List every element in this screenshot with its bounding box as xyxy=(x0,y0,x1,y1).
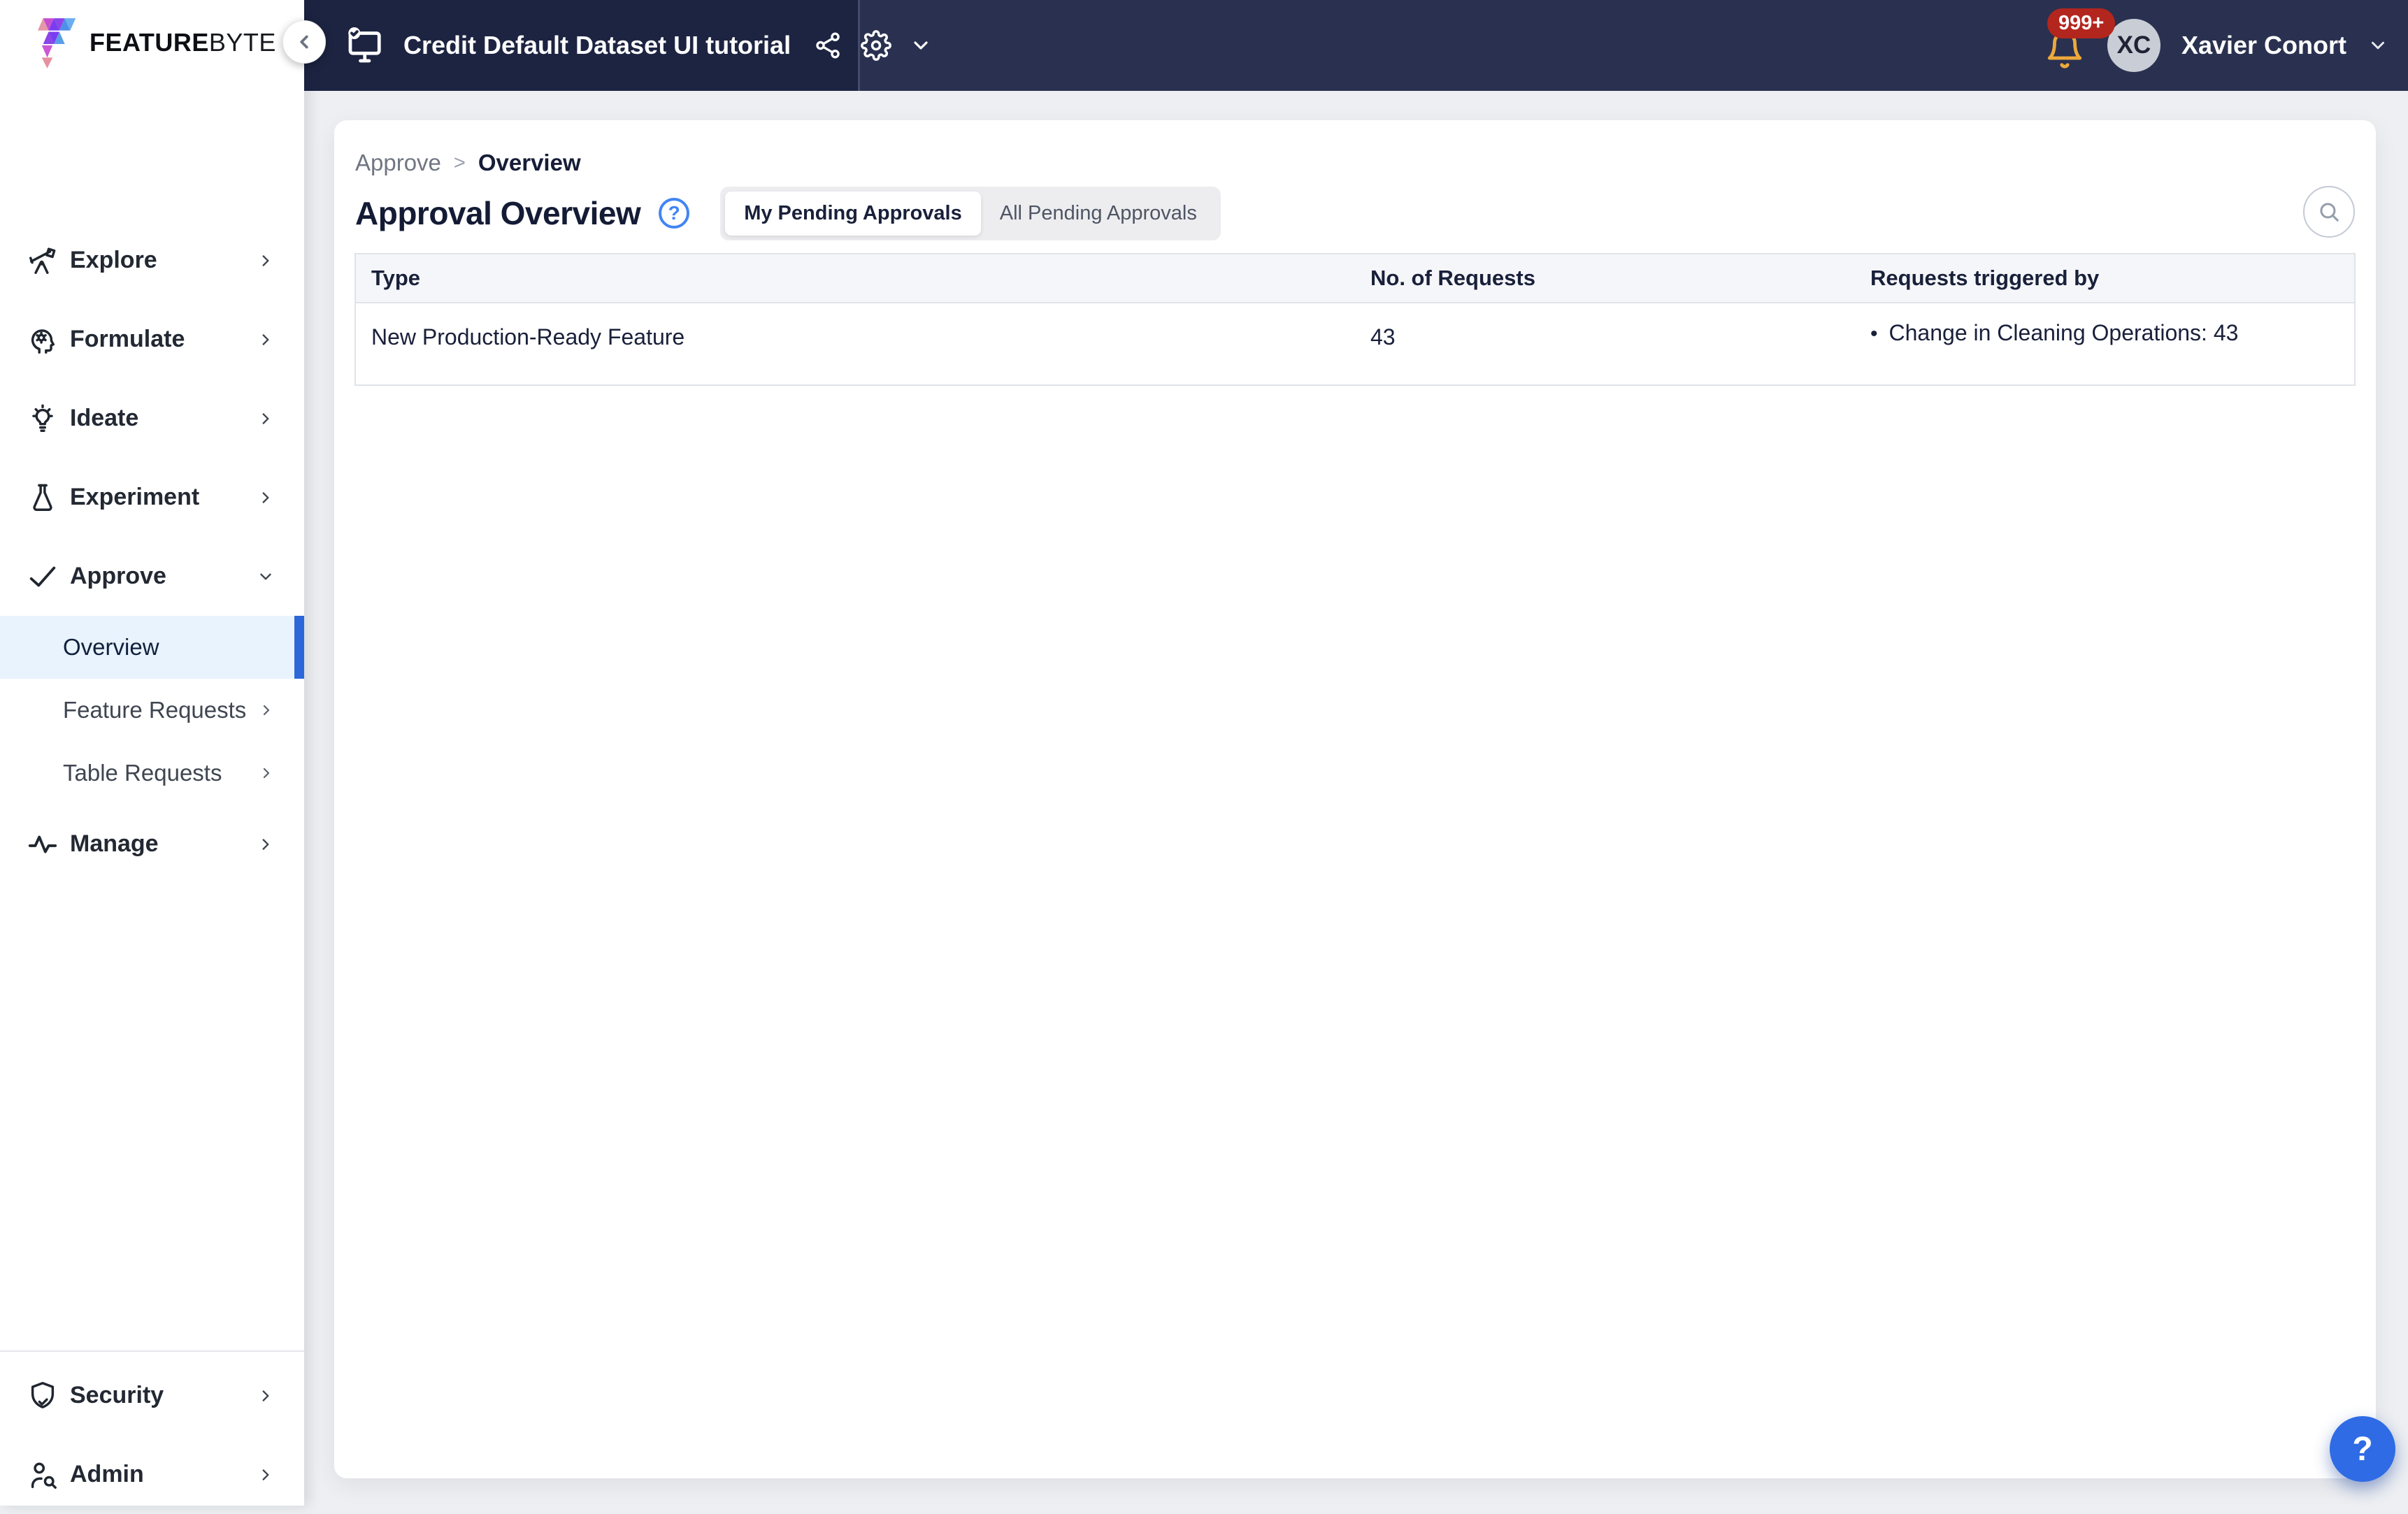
shield-check-icon xyxy=(31,1381,55,1408)
brand-name: FEATUREBYTE xyxy=(89,28,276,57)
workspace-title: Credit Default Dataset UI tutorial xyxy=(403,31,791,59)
sidebar-item-label: Explore xyxy=(70,247,157,273)
table-row[interactable]: New Production-Ready Feature 43 Change i… xyxy=(355,303,2355,386)
title-help-icon[interactable]: ? xyxy=(659,198,690,229)
table-header-row: Type No. of Requests Requests triggered … xyxy=(355,254,2355,303)
activity-icon xyxy=(28,835,57,853)
chevron-right-icon xyxy=(262,1390,269,1401)
search-button[interactable] xyxy=(2303,186,2355,238)
avatar[interactable]: XC xyxy=(2107,19,2160,72)
column-header-requests-triggered-by: Requests triggered by xyxy=(1855,254,2355,303)
breadcrumb-separator: > xyxy=(453,151,466,174)
gear-icon[interactable] xyxy=(861,30,892,61)
chevron-right-icon xyxy=(262,254,269,266)
sidebar-item-label: Security xyxy=(70,1382,164,1408)
chevron-right-icon xyxy=(262,838,269,850)
brand-light: BYTE xyxy=(208,28,276,57)
monitor-check-icon xyxy=(348,27,381,63)
column-header-no-of-requests: No. of Requests xyxy=(1355,254,1855,303)
approvals-table: Type No. of Requests Requests triggered … xyxy=(354,253,2356,386)
workspace-tab[interactable]: Credit Default Dataset UI tutorial xyxy=(304,0,928,91)
chevron-left-icon xyxy=(300,35,308,49)
flask-icon xyxy=(33,484,52,511)
sidebar-item-label: Formulate xyxy=(70,326,185,352)
trigger-text: Change in Cleaning Operations: 43 xyxy=(1889,320,2239,345)
sidebar-item-experiment[interactable]: Experiment xyxy=(0,458,304,537)
chevron-down-icon xyxy=(260,573,271,579)
chevron-right-icon xyxy=(263,705,270,716)
sidebar-collapse-button[interactable] xyxy=(282,20,326,64)
check-icon xyxy=(29,566,56,586)
tab-all-pending-approvals[interactable]: All Pending Approvals xyxy=(981,192,1216,236)
sidebar-item-label: Ideate xyxy=(70,405,139,431)
chevron-right-icon xyxy=(262,412,269,424)
sidebar-item-ideate[interactable]: Ideate xyxy=(0,379,304,458)
avatar-initials: XC xyxy=(2116,31,2151,59)
sidebar-item-admin[interactable]: Admin xyxy=(0,1435,304,1514)
cell-type: New Production-Ready Feature xyxy=(355,303,1355,386)
featurebyte-logo[interactable]: FEATUREBYTE xyxy=(36,17,276,69)
sidebar-item-approve[interactable]: Approve xyxy=(0,537,304,616)
content-card: Approve > Overview Approval Overview ? M… xyxy=(334,120,2376,1478)
sidebar-subitem-table-requests[interactable]: Table Requests xyxy=(0,742,304,805)
sidebar-item-security[interactable]: Security xyxy=(0,1356,304,1435)
sidebar-footer: Security Admin xyxy=(0,1350,304,1514)
head-gear-icon xyxy=(31,329,55,354)
topbar-right: 999+ XC Xavier Conort xyxy=(2044,8,2408,74)
sidebar-item-label: Approve xyxy=(70,563,166,589)
chevron-down-icon[interactable] xyxy=(910,34,932,57)
chevron-right-icon xyxy=(262,1469,269,1480)
help-fab[interactable]: ? xyxy=(2330,1416,2395,1482)
sidebar-subitem-overview[interactable]: Overview xyxy=(0,616,304,679)
notifications-button[interactable]: 999+ xyxy=(2044,8,2116,74)
share-icon[interactable] xyxy=(813,31,843,60)
featurebyte-logo-icon xyxy=(37,18,76,69)
user-name[interactable]: Xavier Conort xyxy=(2181,31,2346,60)
user-search-icon xyxy=(31,1462,57,1489)
breadcrumb-approve[interactable]: Approve xyxy=(355,150,441,176)
cell-count: 43 xyxy=(1355,303,1855,386)
sidebar-subitem-label: Table Requests xyxy=(63,760,222,786)
tab-my-pending-approvals[interactable]: My Pending Approvals xyxy=(725,191,981,236)
trigger-item: Change in Cleaning Operations: 43 xyxy=(1870,320,2354,346)
cell-triggers: Change in Cleaning Operations: 43 xyxy=(1855,303,2355,386)
column-header-type: Type xyxy=(355,254,1355,303)
chevron-right-icon xyxy=(262,333,269,345)
main-area: Approve > Overview Approval Overview ? M… xyxy=(304,91,2408,1506)
topbar: Credit Default Dataset UI tutorial 999+ … xyxy=(304,0,2408,91)
sidebar: FEATUREBYTE Explore Formulate Ideate Exp… xyxy=(0,0,304,1506)
sidebar-subitem-label: Overview xyxy=(63,634,159,660)
lightbulb-icon xyxy=(32,403,53,432)
breadcrumb: Approve > Overview xyxy=(355,150,581,176)
telescope-icon xyxy=(29,247,56,274)
sidebar-item-formulate[interactable]: Formulate xyxy=(0,300,304,379)
bullet-icon xyxy=(1870,322,1878,346)
sidebar-subitem-label: Feature Requests xyxy=(63,697,247,723)
sidebar-item-label: Admin xyxy=(70,1461,144,1487)
sidebar-nav: Explore Formulate Ideate Experiment Appr… xyxy=(0,221,304,884)
breadcrumb-overview: Overview xyxy=(478,150,581,175)
approvals-tab-group: My Pending Approvals All Pending Approva… xyxy=(720,186,1221,240)
notifications-badge: 999+ xyxy=(2047,8,2116,38)
sidebar-item-label: Experiment xyxy=(70,484,200,510)
chevron-right-icon xyxy=(262,491,269,503)
sidebar-item-explore[interactable]: Explore xyxy=(0,221,304,300)
title-row: Approval Overview ? My Pending Approvals… xyxy=(355,186,1221,240)
chevron-right-icon xyxy=(263,767,270,779)
sidebar-item-manage[interactable]: Manage xyxy=(0,805,304,884)
user-menu-chevron-icon[interactable] xyxy=(2367,35,2388,56)
page-title: Approval Overview xyxy=(355,195,641,231)
brand-bold: FEATURE xyxy=(89,28,209,57)
sidebar-subitem-feature-requests[interactable]: Feature Requests xyxy=(0,679,304,742)
sidebar-item-label: Manage xyxy=(70,830,159,857)
search-icon xyxy=(2320,203,2339,222)
